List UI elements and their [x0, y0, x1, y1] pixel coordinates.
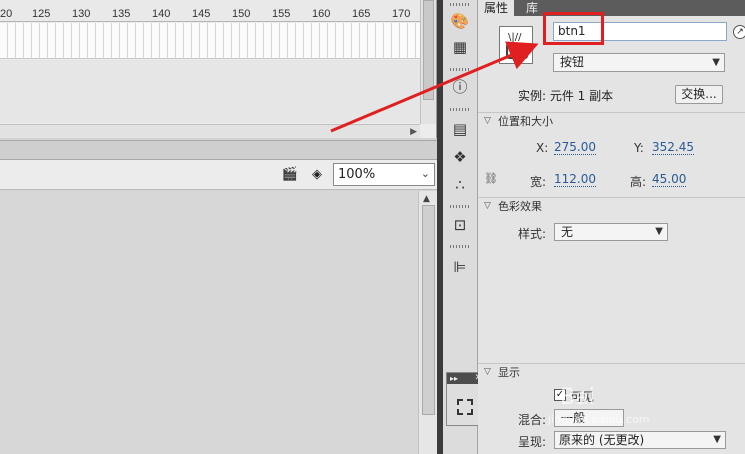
grip-icon[interactable]	[450, 68, 470, 71]
x-value[interactable]: 275.00	[554, 141, 596, 155]
y-label: Y:	[634, 141, 644, 155]
ruler-label: 130	[72, 8, 91, 20]
color-style-value: 无	[561, 225, 574, 239]
timeline-vertical-scrollbar[interactable]	[420, 0, 436, 124]
ruler-label: 140	[152, 8, 171, 20]
align-icon[interactable]: ⊫	[449, 256, 471, 278]
color-style-select[interactable]: 无 ▼	[554, 223, 668, 241]
watermark-logo: Bai	[560, 385, 595, 410]
button-symbol-icon	[506, 43, 528, 59]
render-select[interactable]: 原来的 (无更改) ▼	[554, 431, 726, 449]
ruler-label: 135	[112, 8, 131, 20]
frame-grid[interactable]	[0, 23, 420, 59]
section-title: 色彩效果	[498, 200, 542, 213]
width-label: 宽:	[530, 175, 547, 189]
code-snippets-icon[interactable]: ▤	[449, 118, 471, 140]
render-value: 原来的 (无更改)	[559, 433, 645, 447]
edit-scene-icon[interactable]: 🎬	[280, 167, 300, 183]
collapse-triangle-icon: ▽	[484, 201, 491, 211]
ruler-label: 20	[0, 8, 13, 20]
info-icon[interactable]: ⓘ	[449, 76, 471, 98]
ruler-label: 155	[272, 8, 291, 20]
section-title: 位置和大小	[498, 115, 553, 128]
symbol-type-select[interactable]: 按钮 ▼	[553, 53, 725, 72]
components-icon[interactable]: ❖	[449, 146, 471, 168]
grip-icon[interactable]	[450, 3, 470, 6]
ruler-label: 145	[192, 8, 211, 20]
motion-presets-icon[interactable]: ∴	[449, 174, 471, 196]
color-palette-icon[interactable]: 🎨	[449, 10, 471, 32]
stage-canvas[interactable]	[0, 191, 418, 454]
section-header-color-effect[interactable]: ▽ 色彩效果	[478, 197, 745, 215]
swatches-grid-icon[interactable]: ▦	[449, 36, 471, 58]
ruler-label: 125	[32, 8, 51, 20]
stage-vertical-scrollbar[interactable]: ▲	[418, 191, 437, 454]
ruler-label: 150	[232, 8, 251, 20]
grip-icon[interactable]	[450, 108, 470, 111]
frame-ruler[interactable]: 20 125 130 135 140 145 150 155 160 165 1…	[0, 0, 420, 22]
instance-of-label: 实例: 元件 1 副本	[518, 89, 614, 103]
grip-icon[interactable]	[450, 205, 470, 208]
chevron-down-icon: ▼	[655, 226, 663, 237]
section-title: 显示	[498, 366, 520, 379]
cursor-lines-icon: \|//	[508, 32, 522, 43]
chevron-down-icon: ▼	[713, 434, 721, 445]
free-transform-icon[interactable]	[457, 399, 473, 415]
chevron-down-icon: ▼	[712, 57, 720, 68]
zoom-value: 100%	[338, 167, 376, 182]
watermark-url: jingyan.baidu.com	[548, 413, 650, 426]
collapse-triangle-icon: ▽	[484, 367, 491, 377]
frame-area-empty[interactable]	[0, 60, 420, 123]
style-label: 样式:	[518, 227, 547, 241]
scroll-thumb[interactable]	[422, 205, 435, 415]
swap-button[interactable]: 交换...	[675, 85, 723, 104]
lock-proportions-icon[interactable]: ⛓	[484, 172, 498, 186]
ruler-label: 160	[312, 8, 331, 20]
section-header-position-size[interactable]: ▽ 位置和大小	[478, 112, 745, 130]
tab-library[interactable]: 库	[520, 0, 544, 16]
edit-symbols-icon[interactable]: ◈	[307, 167, 327, 183]
tab-properties[interactable]: 属性	[478, 0, 515, 16]
properties-panel: 属性 库 \|// btn1 ↗ 按钮 ▼ 实例: 元件 1 副本 交换... …	[478, 0, 745, 454]
y-value[interactable]: 352.45	[652, 141, 694, 155]
chevron-down-icon: ⌄	[420, 167, 430, 180]
timeline-horizontal-scrollbar[interactable]: ▶	[0, 124, 420, 138]
edit-bar: 🎬 ◈ 100% ⌄	[0, 160, 437, 190]
section-header-display[interactable]: ▽ 显示	[478, 363, 745, 381]
render-label: 呈现:	[518, 435, 547, 449]
movie-explorer-icon[interactable]: ⊡	[449, 214, 471, 236]
ruler-label: 165	[352, 8, 371, 20]
width-value[interactable]: 112.00	[554, 173, 596, 187]
scroll-thumb[interactable]	[423, 0, 434, 100]
zoom-select[interactable]: 100% ⌄	[333, 163, 435, 186]
grip-icon[interactable]	[450, 245, 470, 248]
stage-tab-bar	[0, 140, 437, 160]
scroll-up-icon[interactable]: ▲	[423, 194, 430, 204]
collapse-triangle-icon: ▽	[484, 116, 491, 126]
scroll-right-icon[interactable]: ▶	[410, 127, 417, 137]
timeline-panel: 20 125 130 135 140 145 150 155 160 165 1…	[0, 0, 437, 138]
ruler-label: 170	[392, 8, 411, 20]
x-label: X:	[536, 141, 549, 155]
panel-tabs: 属性 库	[478, 0, 745, 16]
height-label: 高:	[630, 175, 647, 189]
height-value[interactable]: 45.00	[652, 173, 687, 187]
highlight-box	[543, 12, 604, 45]
symbol-type-value: 按钮	[560, 55, 585, 69]
symbol-thumbnail: \|//	[499, 26, 533, 64]
edit-symbol-icon[interactable]: ↗	[733, 25, 745, 39]
blend-label: 混合:	[518, 413, 547, 427]
